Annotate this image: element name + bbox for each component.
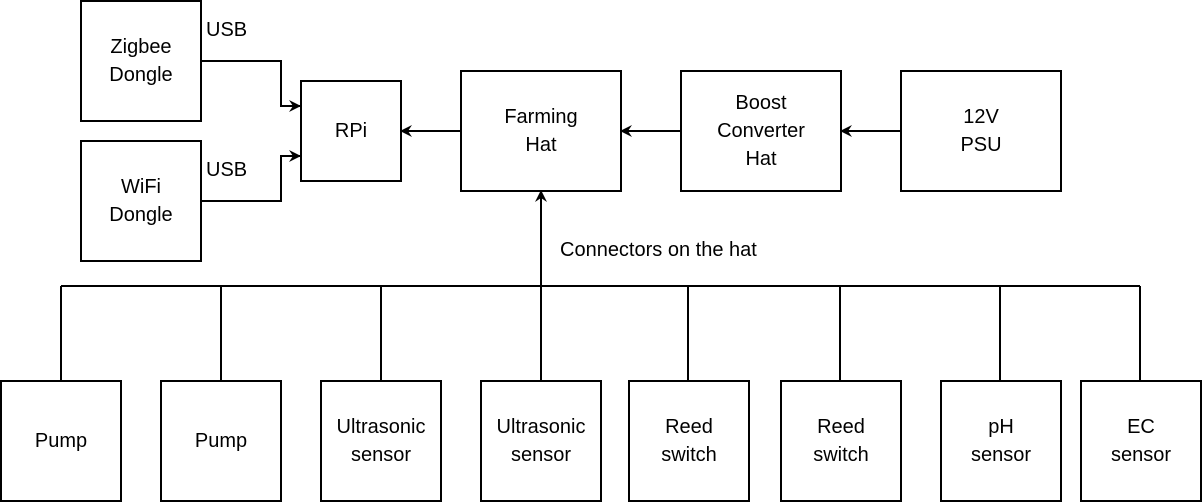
rpi-box: RPi	[300, 80, 402, 182]
usb-edge-zigbee	[201, 60, 301, 112]
farming-hat-box: Farming Hat	[460, 70, 622, 192]
psu-box: 12V PSU	[900, 70, 1062, 192]
peripheral-box-reed-2: Reed switch	[780, 380, 902, 502]
peripheral-box-ultrasonic-1: Ultrasonic sensor	[320, 380, 442, 502]
zigbee-dongle-box: Zigbee Dongle	[80, 0, 202, 122]
peripheral-box-ultrasonic-2: Ultrasonic sensor	[480, 380, 602, 502]
peripheral-box-reed-1: Reed switch	[628, 380, 750, 502]
peripheral-box-pump-1: Pump	[0, 380, 122, 502]
boost-converter-hat-box: Boost Converter Hat	[680, 70, 842, 192]
peripheral-box-ec: EC sensor	[1080, 380, 1202, 502]
usb-label-wifi: USB	[206, 159, 248, 181]
peripheral-box-ph: pH sensor	[940, 380, 1062, 502]
connectors-label: Connectors on the hat	[560, 239, 757, 261]
wifi-dongle-box: WiFi Dongle	[80, 140, 202, 262]
usb-label-zigbee: USB	[206, 19, 248, 41]
peripheral-box-pump-2: Pump	[160, 380, 282, 502]
